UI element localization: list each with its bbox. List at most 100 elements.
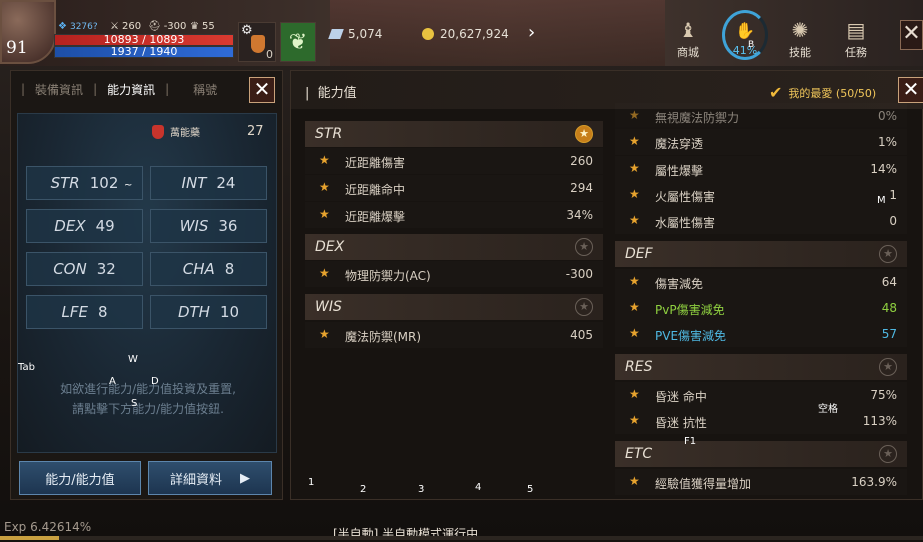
close-icon[interactable]: ✕ [900, 20, 923, 50]
skill-swirl-icon: ✺ [791, 18, 809, 42]
tab-ability[interactable]: 能力資訊 [107, 81, 155, 98]
list-item: ★ 水屬性傷害 0 [629, 213, 897, 230]
gold-coin-icon [422, 28, 434, 40]
star-icon[interactable]: ★ [319, 180, 330, 194]
list-item: ★ 魔法穿透 1% [629, 134, 897, 151]
star-icon[interactable]: ★ [879, 358, 897, 376]
trophy-stat: ♛ 55 [190, 21, 215, 32]
star-icon[interactable]: ★ [575, 298, 593, 316]
section-etc: ETC ★ [615, 441, 907, 467]
star-icon[interactable]: ★ [629, 387, 640, 401]
info-tabs: | 裝備資訊 | 能力資訊 | 稱號 [21, 81, 218, 98]
key-5: 5 [527, 484, 534, 495]
star-icon[interactable]: ★ [319, 153, 330, 167]
chevron-right-icon[interactable]: › [528, 22, 535, 43]
list-item: ★ 火屬性傷害 1 [629, 187, 897, 204]
leaf-icon: ❦ [288, 29, 308, 55]
section-res: RES ★ [615, 354, 907, 380]
stat-box: 萬能藥 27 STR 102 INT 24 DEX 49 WIS 36 CON 32 CH… [17, 113, 277, 453]
details-button[interactable]: 詳細資料 ▶ [148, 461, 272, 495]
key-2: 2 [360, 484, 367, 495]
quest-button[interactable]: ▤ 任務 [836, 18, 876, 60]
favorites-toggle[interactable]: ✔ 我的最愛 (50/50) [769, 83, 876, 102]
section-def: DEF ★ [615, 241, 907, 267]
key-b: B [748, 40, 755, 50]
list-item: ★ 魔法防禦(MR) 405 [319, 327, 593, 344]
sword-icon: ⚔ [110, 21, 119, 32]
wing-icon: ❖ [58, 21, 67, 32]
tab-title[interactable]: 稱號 [193, 81, 217, 98]
defense-stat: ⛑ -300 [148, 21, 187, 32]
potion-icon [251, 35, 265, 53]
crystal-icon [328, 29, 344, 39]
star-icon[interactable]: ★ [629, 213, 640, 227]
star-icon[interactable]: ★ [319, 207, 330, 221]
stat-wis[interactable]: WIS 36 [150, 209, 267, 243]
key-m: M [877, 195, 886, 206]
star-icon[interactable]: ★ [575, 125, 593, 143]
potion-slot[interactable]: ⚙ 0 [238, 22, 276, 62]
star-icon[interactable]: ★ [629, 413, 640, 427]
key-3: 3 [418, 484, 425, 495]
key-1: 1 [308, 477, 315, 488]
star-icon[interactable]: ★ [575, 238, 593, 256]
star-icon[interactable]: ★ [879, 245, 897, 263]
elixir-label: 萬能藥 [152, 124, 200, 139]
mp-bar: 1937 / 1940 [54, 46, 234, 58]
stat-lfe[interactable]: LFE 8 [26, 295, 143, 329]
list-item: ★ 昏迷 抗性 113% [629, 413, 897, 430]
elixir-value: 27 [247, 124, 264, 139]
page-title: | 能力值 [305, 86, 357, 101]
list-item: ★ 無視魔法防禦力 0% [629, 108, 897, 125]
stat-dex[interactable]: DEX 49 [26, 209, 143, 243]
key-a: A [109, 376, 116, 387]
player-level: 91 [6, 38, 28, 58]
list-item: ★ 屬性爆擊 14% [629, 161, 897, 178]
exp-bar [0, 536, 923, 540]
star-icon[interactable]: ★ [629, 161, 640, 175]
exp-bar-fill [0, 536, 60, 540]
star-icon[interactable]: ★ [629, 134, 640, 148]
star-icon[interactable]: ★ [629, 274, 640, 288]
play-arrow-icon: ▶ [240, 470, 250, 486]
star-icon[interactable]: ★ [629, 326, 640, 340]
star-icon[interactable]: ★ [629, 108, 640, 122]
skill-button[interactable]: ✺ 技能 [780, 18, 820, 60]
exp-readout: Exp 6.42614% [4, 520, 92, 534]
stat-cha[interactable]: CHA 8 [150, 252, 267, 286]
list-item: ★ 昏迷 命中 75% [629, 387, 897, 404]
close-icon[interactable]: ✕ [249, 77, 275, 103]
star-icon[interactable]: ★ [629, 300, 640, 314]
attack-stat: ⚔ 260 [110, 21, 142, 32]
list-item: ★ 近距離爆擊 34% [319, 207, 593, 224]
avatar[interactable]: 91 [0, 0, 56, 64]
list-item: ★ 近距離命中 294 [319, 180, 593, 197]
ability-points-button[interactable]: 能力/能力值 [19, 461, 141, 495]
star-icon[interactable]: ★ [879, 445, 897, 463]
key-tilde: ~ [124, 180, 133, 191]
star-icon[interactable]: ★ [319, 266, 330, 280]
star-icon[interactable]: ★ [629, 187, 640, 201]
section-dex: DEX ★ [305, 234, 603, 260]
list-item: ★ PVE傷害減免 57 [629, 326, 897, 343]
inventory-button[interactable]: ✋ 41% [722, 10, 768, 60]
stat-con[interactable]: CON 32 [26, 252, 143, 286]
bag-icon: ✋ [735, 21, 755, 40]
list-item: ★ 近距離傷害 260 [319, 153, 593, 170]
close-icon[interactable]: ✕ [898, 77, 923, 103]
helmet-icon: ⛑ [148, 21, 161, 32]
ability-values-panel: | 能力值 ✔ 我的最愛 (50/50) ✕ STR ★ ★ 近距離傷害 260 ★ 近距… [290, 70, 923, 500]
shop-bag-icon: ♝ [679, 18, 697, 42]
buff-slot[interactable]: ❦ [280, 22, 316, 62]
stat-dth[interactable]: DTH 10 [150, 295, 267, 329]
section-wis: WIS ★ [305, 294, 603, 320]
gold-amount: 20,627,924 [422, 27, 509, 41]
shop-button[interactable]: ♝ 商城 [668, 18, 708, 60]
stat-int[interactable]: INT 24 [150, 166, 267, 200]
tab-equipment[interactable]: 裝備資訊 [35, 81, 83, 98]
star-icon[interactable]: ★ [319, 327, 330, 341]
check-icon: ✔ [769, 83, 783, 102]
ability-info-panel: | 裝備資訊 | 能力資訊 | 稱號 ✕ 萬能藥 27 STR 102 INT 24… [10, 70, 283, 500]
star-icon[interactable]: ★ [629, 474, 640, 488]
elixir-potion-icon [152, 124, 164, 139]
